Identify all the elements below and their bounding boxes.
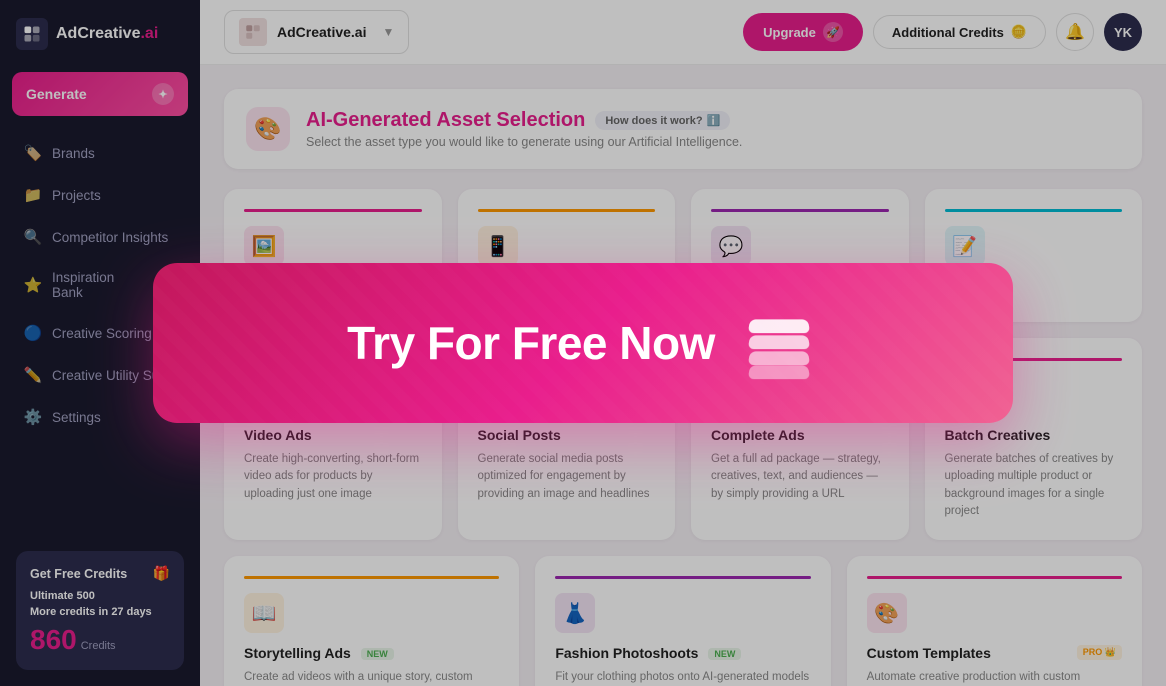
- try-free-overlay[interactable]: Try For Free Now: [200, 0, 1166, 686]
- banner-background: [200, 263, 1013, 423]
- main-content: AdCreative.ai ▼ Upgrade 🚀 Additional Cre…: [200, 0, 1166, 686]
- page-content: 🎨 AI-Generated Asset Selection How does …: [200, 65, 1166, 686]
- stack-layer-3: [748, 351, 811, 365]
- stack-icon: [744, 313, 814, 373]
- stack-layer-1: [748, 319, 811, 333]
- try-free-banner[interactable]: Try For Free Now: [200, 263, 1013, 423]
- stack-layer-4: [748, 365, 811, 379]
- try-free-icon: [739, 303, 819, 383]
- stack-layer-2: [748, 335, 811, 349]
